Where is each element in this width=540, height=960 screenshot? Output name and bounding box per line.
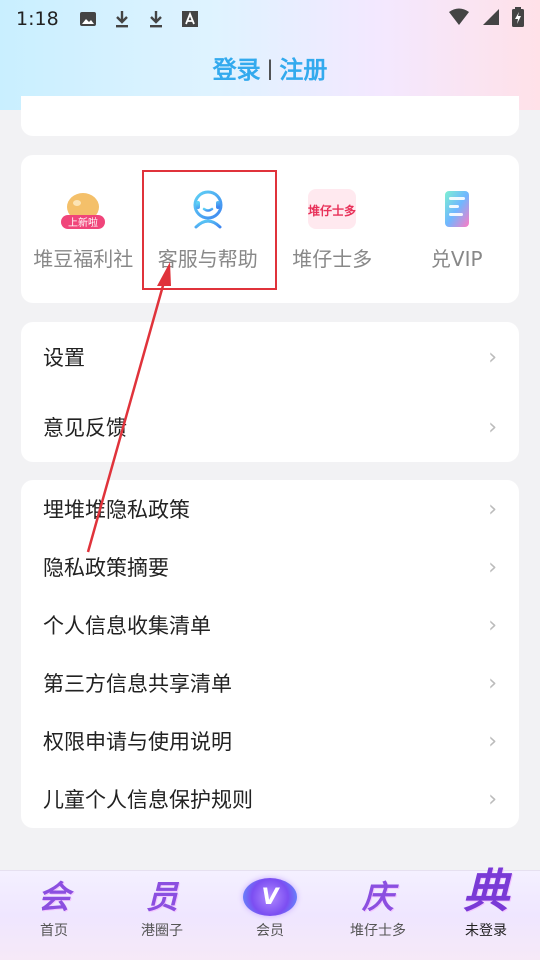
chevron-right-icon: ›: [488, 344, 497, 370]
nav-item-profile[interactable]: 典 未登录: [432, 866, 540, 960]
nav-glyph: 庆: [361, 878, 394, 916]
menu-item-privacy-policy[interactable]: 埋堆堆隐私政策 ›: [21, 480, 519, 538]
menu-label: 隐私政策摘要: [43, 556, 169, 580]
chevron-right-icon: ›: [488, 612, 497, 638]
nav-label: 港圈子: [141, 923, 183, 939]
menu-item-third-party-sharing[interactable]: 第三方信息共享清单 ›: [21, 654, 519, 712]
chevron-right-icon: ›: [488, 670, 497, 696]
image-icon: [77, 8, 99, 30]
separator: |: [266, 55, 274, 80]
bean-gift-icon: 上新啦: [55, 185, 111, 233]
menu-item-settings[interactable]: 设置 ›: [21, 322, 519, 392]
chevron-right-icon: ›: [488, 496, 497, 522]
chevron-right-icon: ›: [488, 414, 497, 440]
policy-card: 埋堆堆隐私政策 › 隐私政策摘要 › 个人信息收集清单 › 第三方信息共享清单 …: [21, 480, 519, 828]
chevron-right-icon: ›: [488, 554, 497, 580]
grid-item-store[interactable]: 堆仔士多 堆仔士多: [270, 155, 395, 303]
signal-icon: [482, 8, 500, 31]
nav-label: 会员: [256, 923, 284, 939]
grid-item-welfare[interactable]: 上新啦 堆豆福利社: [21, 155, 146, 303]
menu-label: 儿童个人信息保护规则: [43, 788, 253, 812]
download-icon: [145, 8, 167, 30]
nav-item-store[interactable]: 庆 堆仔士多: [324, 871, 432, 960]
annotation-highlight-box: [142, 170, 277, 290]
menu-item-feedback[interactable]: 意见反馈 ›: [21, 392, 519, 462]
wifi-icon: [448, 8, 470, 31]
nav-item-home[interactable]: 会 首页: [0, 871, 108, 960]
nav-label: 首页: [40, 923, 68, 939]
menu-label: 第三方信息共享清单: [43, 672, 232, 696]
chevron-right-icon: ›: [488, 786, 497, 812]
nav-label: 堆仔士多: [350, 923, 406, 939]
register-link[interactable]: 注册: [279, 50, 327, 85]
a-icon: [179, 8, 201, 30]
grid-label: 兑VIP: [430, 247, 483, 271]
login-link[interactable]: 登录: [213, 50, 261, 85]
settings-card: 设置 › 意见反馈 ›: [21, 322, 519, 462]
store-logo-text: 堆仔士多: [308, 203, 356, 218]
nav-glyph: 典: [463, 864, 509, 918]
nav-item-circle[interactable]: 员 港圈子: [108, 871, 216, 960]
download-icon: [111, 8, 133, 30]
chevron-right-icon: ›: [488, 728, 497, 754]
store-logo-icon: 堆仔士多: [304, 185, 360, 233]
menu-label: 权限申请与使用说明: [43, 730, 232, 754]
vip-badge-icon: V: [243, 878, 297, 916]
nav-label: 未登录: [465, 923, 507, 939]
grid-label: 堆豆福利社: [33, 247, 134, 271]
grid-item-vip[interactable]: 兑VIP: [395, 155, 520, 303]
bottom-nav: 会 首页 员 港圈子 V 会员 庆 堆仔士多 典 未登录: [0, 866, 540, 960]
vip-card-icon: [429, 185, 485, 233]
nav-glyph: 会: [37, 878, 70, 916]
grid-label: 堆仔士多: [292, 247, 373, 271]
menu-item-info-collection[interactable]: 个人信息收集清单 ›: [21, 596, 519, 654]
menu-label: 埋堆堆隐私政策: [43, 498, 190, 522]
nav-item-member[interactable]: V 会员: [216, 871, 324, 960]
nav-glyph: 员: [145, 878, 178, 916]
menu-label: 个人信息收集清单: [43, 614, 211, 638]
welfare-badge-text: 上新啦: [68, 216, 98, 229]
status-time: 1:18: [16, 8, 59, 30]
battery-icon: [512, 6, 524, 32]
menu-label: 意见反馈: [43, 416, 127, 440]
menu-label: 设置: [43, 346, 85, 370]
login-register-row: 登录 | 注册: [0, 50, 540, 85]
menu-item-children-privacy[interactable]: 儿童个人信息保护规则 ›: [21, 770, 519, 828]
menu-item-privacy-summary[interactable]: 隐私政策摘要 ›: [21, 538, 519, 596]
top-card: [21, 96, 519, 136]
menu-item-permissions[interactable]: 权限申请与使用说明 ›: [21, 712, 519, 770]
status-bar: 1:18: [0, 0, 540, 38]
